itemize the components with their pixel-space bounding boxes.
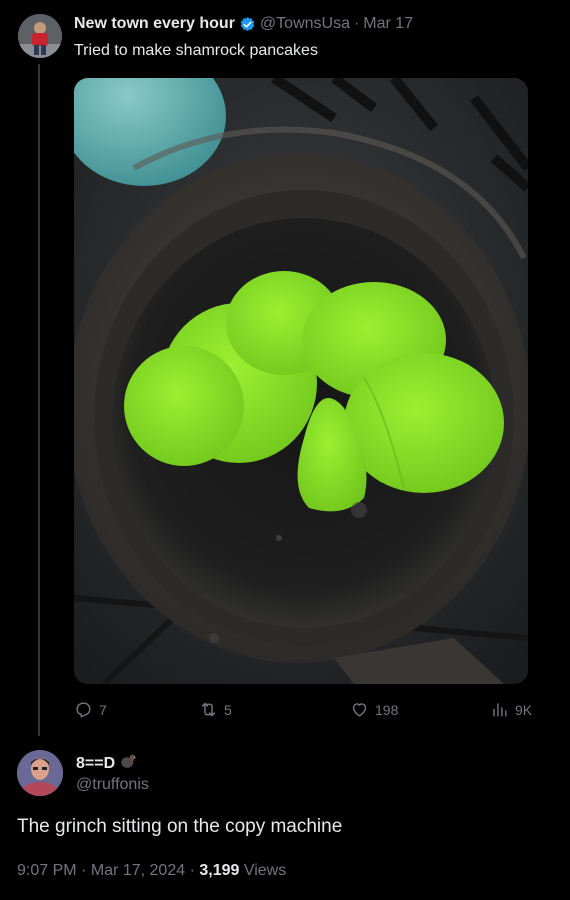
views-chart-icon (493, 703, 507, 717)
reply-icon (76, 702, 91, 718)
tweet-header: New town every hour @TownsUsa · Mar 17 (74, 15, 413, 33)
avatar-image (18, 14, 62, 58)
like-action[interactable]: 198 (350, 700, 398, 719)
verified-badge-icon (239, 16, 256, 33)
retweet-count: 5 (224, 701, 232, 718)
like-count: 198 (375, 701, 399, 718)
reply-action[interactable]: 7 (74, 700, 107, 719)
thread-line (38, 64, 40, 736)
reply-handle[interactable]: @truffonis (76, 776, 149, 794)
reply-meta: 9:07 PM · Mar 17, 2024 · 3,199 Views (17, 862, 286, 880)
views-count: 9K (515, 701, 533, 718)
separator: · (189, 862, 195, 879)
reply-count: 7 (99, 701, 107, 718)
reply-avatar[interactable] (17, 750, 63, 796)
separator: · (81, 862, 87, 879)
turkey-emoji-icon (119, 752, 137, 775)
reply-date[interactable]: Mar 17, 2024 (91, 862, 185, 879)
pancake-pan-image (74, 78, 528, 684)
heart-icon (352, 703, 367, 717)
tweet-date[interactable]: Mar 17 (363, 15, 413, 33)
views-action[interactable]: 9K (490, 700, 532, 719)
reply-views-count: 3,199 (199, 862, 240, 879)
tweet-actions: 7 5 198 9K (74, 700, 534, 724)
user-handle[interactable]: @TownsUsa (260, 15, 350, 33)
retweet-icon (201, 702, 216, 717)
reply-header: 8==D (76, 752, 137, 775)
retweet-action[interactable]: 5 (199, 700, 232, 719)
avatar[interactable] (18, 14, 62, 58)
tweet-photo[interactable] (74, 78, 528, 684)
display-name[interactable]: New town every hour (74, 15, 235, 33)
reply-avatar-image (17, 750, 63, 796)
tweet-text: Tried to make shamrock pancakes (74, 42, 318, 59)
reply-views-label: Views (243, 862, 287, 879)
reply-text: The grinch sitting on the copy machine (17, 816, 343, 837)
reply-display-name[interactable]: 8==D (76, 755, 115, 773)
separator: · (353, 15, 360, 32)
reply-time[interactable]: 9:07 PM (17, 862, 77, 879)
